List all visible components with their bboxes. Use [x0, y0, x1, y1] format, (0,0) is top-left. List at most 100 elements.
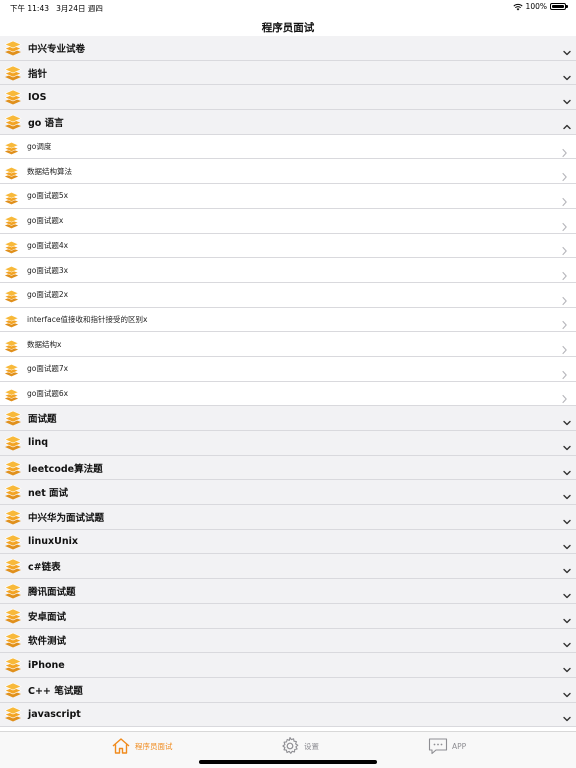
book-stack-icon [4, 632, 22, 648]
chevron-down-icon [562, 561, 572, 574]
section-row[interactable]: net 面试 [0, 480, 576, 506]
status-time: 下午 11:43 [10, 4, 49, 13]
chevron-down-icon [562, 92, 572, 105]
section-row[interactable]: go 语言 [0, 110, 576, 135]
section-title: 面试题 [28, 414, 57, 426]
section-row[interactable]: linq [0, 431, 576, 456]
list-item[interactable]: interface值接收和指针接受的区别x [0, 307, 576, 333]
chevron-down-icon [562, 635, 572, 648]
tab-interview-label: 程序员面试 [135, 741, 173, 751]
chevron-down-icon [562, 586, 572, 599]
chevron-right-icon [561, 266, 568, 281]
item-title: 数据结构算法 [27, 166, 72, 176]
book-stack-icon [4, 140, 19, 155]
gear-icon [282, 736, 299, 754]
book-stack-icon [4, 558, 22, 574]
book-stack-icon [4, 608, 22, 624]
tab-interview[interactable]: 程序员面试 [111, 736, 173, 756]
list-item[interactable]: go面试题4x [0, 233, 576, 259]
book-stack-icon [4, 114, 22, 130]
list-item[interactable]: go面试题2x [0, 282, 576, 308]
book-stack-icon [4, 387, 19, 402]
chevron-down-icon [562, 438, 572, 451]
book-stack-icon [4, 288, 19, 303]
section-title: iPhone [28, 659, 65, 671]
status-bar: 下午 11:43 3月24日 週四 100% [0, 0, 576, 14]
book-stack-icon [4, 362, 19, 377]
chevron-down-icon [562, 487, 572, 500]
chevron-down-icon [562, 43, 572, 56]
list-item[interactable]: go调度 [0, 134, 576, 160]
chat-bubble-icon [428, 738, 448, 755]
section-title: 指针 [28, 68, 48, 80]
list-item[interactable]: 数据结构x [0, 332, 576, 357]
chevron-down-icon [562, 537, 572, 549]
book-stack-icon [4, 706, 22, 722]
book-stack-icon [4, 313, 19, 328]
book-stack-icon [4, 682, 22, 698]
book-stack-icon [4, 189, 19, 205]
section-row[interactable]: 安卓面试 [0, 603, 576, 629]
section-row[interactable]: 软件测试 [0, 628, 576, 654]
wifi-icon [512, 3, 523, 10]
section-row[interactable]: javascript [0, 702, 576, 728]
chevron-right-icon [561, 167, 568, 182]
section-title: net 面试 [28, 488, 69, 500]
battery-fill [552, 5, 564, 8]
list-item[interactable]: 数据结构算法 [0, 159, 576, 185]
section-row[interactable]: C++ 笔试题 [0, 677, 576, 703]
book-stack-icon [4, 410, 22, 426]
book-stack-icon [4, 264, 19, 279]
section-title: 软件测试 [28, 636, 67, 648]
section-row[interactable]: 指针 [0, 60, 576, 86]
section-row[interactable]: 中兴专业试卷 [0, 36, 576, 61]
book-stack-icon [4, 657, 22, 673]
page-title: 程序员面试 [261, 22, 315, 34]
item-title: go面试题4x [27, 240, 69, 250]
battery-icon [550, 3, 568, 10]
chevron-down-icon [562, 660, 572, 673]
tab-settings-label: 设置 [304, 741, 319, 751]
list-item[interactable]: go面试题5x [0, 184, 576, 209]
section-row[interactable]: iPhone [0, 653, 576, 678]
book-stack-icon [4, 338, 19, 353]
item-title: interface值接收和指针接受的区别x [27, 314, 148, 324]
list-item[interactable]: go面试题6x [0, 381, 576, 407]
list-item[interactable]: go面试题3x [0, 258, 576, 283]
tab-settings[interactable]: 设置 [280, 736, 319, 756]
book-stack-icon [4, 583, 22, 599]
chevron-right-icon [561, 340, 568, 355]
section-row[interactable]: c#链表 [0, 554, 576, 580]
status-right: 100% [512, 2, 568, 11]
book-stack-icon [4, 89, 22, 105]
section-row[interactable]: 中兴华为面试试题 [0, 505, 576, 530]
list-item[interactable]: go面试题7x [0, 356, 576, 382]
book-stack-icon [4, 65, 22, 81]
book-stack-icon [4, 239, 19, 254]
section-row[interactable]: leetcode算法题 [0, 455, 576, 481]
section-title: 安卓面试 [28, 611, 67, 623]
chevron-down-icon [562, 68, 572, 80]
section-row[interactable]: linuxUnix [0, 529, 576, 555]
chevron-right-icon [561, 142, 568, 157]
section-row[interactable]: 腾讯面试题 [0, 579, 576, 604]
chevron-right-icon [561, 191, 568, 207]
status-date: 3月24日 週四 [56, 4, 103, 13]
book-stack-icon [4, 40, 22, 56]
book-stack-icon [4, 214, 19, 229]
home-icon [112, 738, 130, 754]
tab-app[interactable]: APP [428, 736, 466, 756]
book-stack-icon [4, 460, 22, 476]
chevron-down-icon [562, 685, 572, 697]
section-title: javascript [28, 708, 81, 720]
section-row[interactable]: 面试题 [0, 406, 576, 431]
tab-app-label: APP [452, 741, 467, 751]
chevron-down-icon [562, 413, 572, 426]
section-row[interactable]: IOS [0, 85, 576, 111]
list-item[interactable]: go面试题x [0, 208, 576, 234]
book-stack-icon [4, 509, 22, 525]
section-title: linuxUnix [28, 536, 79, 548]
item-title: go面试题2x [27, 290, 69, 300]
book-stack-icon [4, 484, 22, 500]
category-list[interactable]: 中兴专业试卷指针 IOS go 语言 go调度数据结构算法 go面试题5x go面试题x g… [0, 36, 576, 731]
